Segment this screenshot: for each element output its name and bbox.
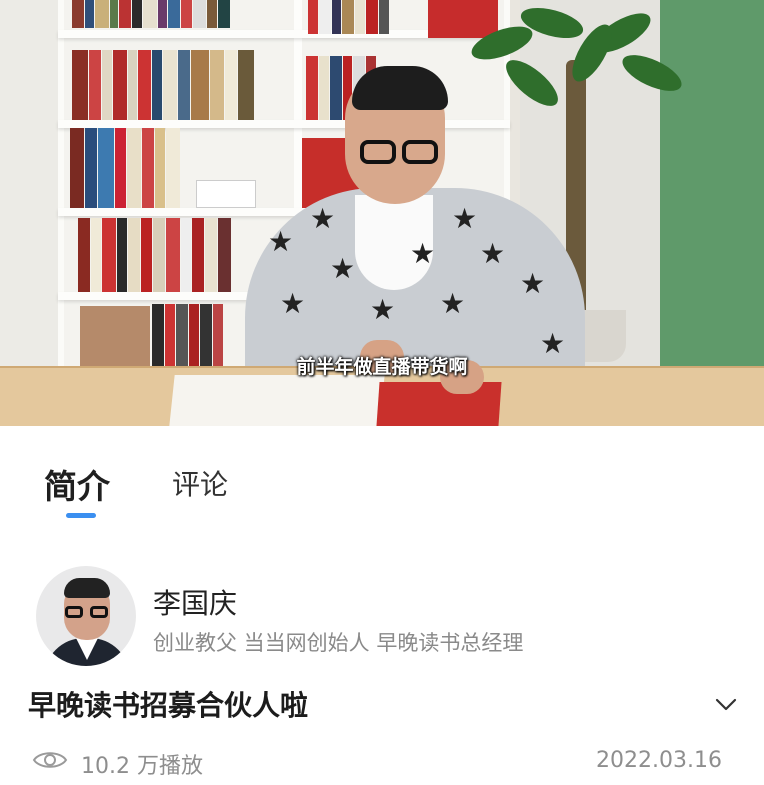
author-name[interactable]: 李国庆: [153, 582, 237, 622]
video-stats: 10.2 万播放 2022.03.16: [0, 740, 764, 785]
author-bio: 创业教父 当当网创始人 早晚读书总经理: [153, 631, 524, 655]
publish-date: 2022.03.16: [596, 748, 722, 773]
author-card[interactable]: 李国庆 创业教父 当当网创始人 早晚读书总经理: [0, 560, 764, 670]
play-count: 10.2 万播放: [81, 754, 203, 779]
star-pattern: ★: [452, 202, 478, 235]
star-pattern: ★: [520, 267, 546, 300]
red-book: [376, 382, 502, 426]
book-row: [308, 0, 428, 34]
star-pattern: ★: [268, 225, 294, 258]
book-cover: [428, 0, 498, 38]
tab-comments[interactable]: 评论: [172, 463, 228, 503]
green-panel: [660, 0, 764, 390]
book-row: [72, 50, 290, 120]
book-row: [78, 218, 278, 292]
eye-icon: [32, 752, 68, 768]
avatar[interactable]: [36, 566, 136, 666]
chevron-down-icon[interactable]: [712, 690, 740, 718]
active-tab-indicator: [66, 513, 96, 518]
video-subtitle: 前半年做直播带货啊: [296, 356, 468, 378]
star-pattern: ★: [280, 287, 306, 320]
video-detail-page: ★ ★ ★ ★ ★ ★ ★ ★ ★ ★ ★ 前半年做直播带货啊 简介 评论 李国…: [0, 0, 764, 785]
glasses: [402, 140, 438, 164]
star-pattern: ★: [310, 202, 336, 235]
star-pattern: ★: [370, 293, 396, 326]
glasses: [360, 140, 396, 164]
star-pattern: ★: [330, 252, 356, 285]
star-pattern: ★: [410, 237, 436, 270]
brand-card: [196, 180, 256, 208]
tab-intro[interactable]: 简介: [44, 460, 110, 508]
person-hair: [352, 66, 448, 110]
star-pattern: ★: [480, 237, 506, 270]
newspaper: [169, 375, 385, 426]
video-title: 早晚读书招募合伙人啦: [28, 689, 309, 722]
book-row: [72, 0, 290, 28]
star-pattern: ★: [440, 287, 466, 320]
video-player[interactable]: ★ ★ ★ ★ ★ ★ ★ ★ ★ ★ ★ 前半年做直播带货啊: [0, 0, 764, 426]
tab-bar: 简介 评论: [0, 426, 764, 526]
